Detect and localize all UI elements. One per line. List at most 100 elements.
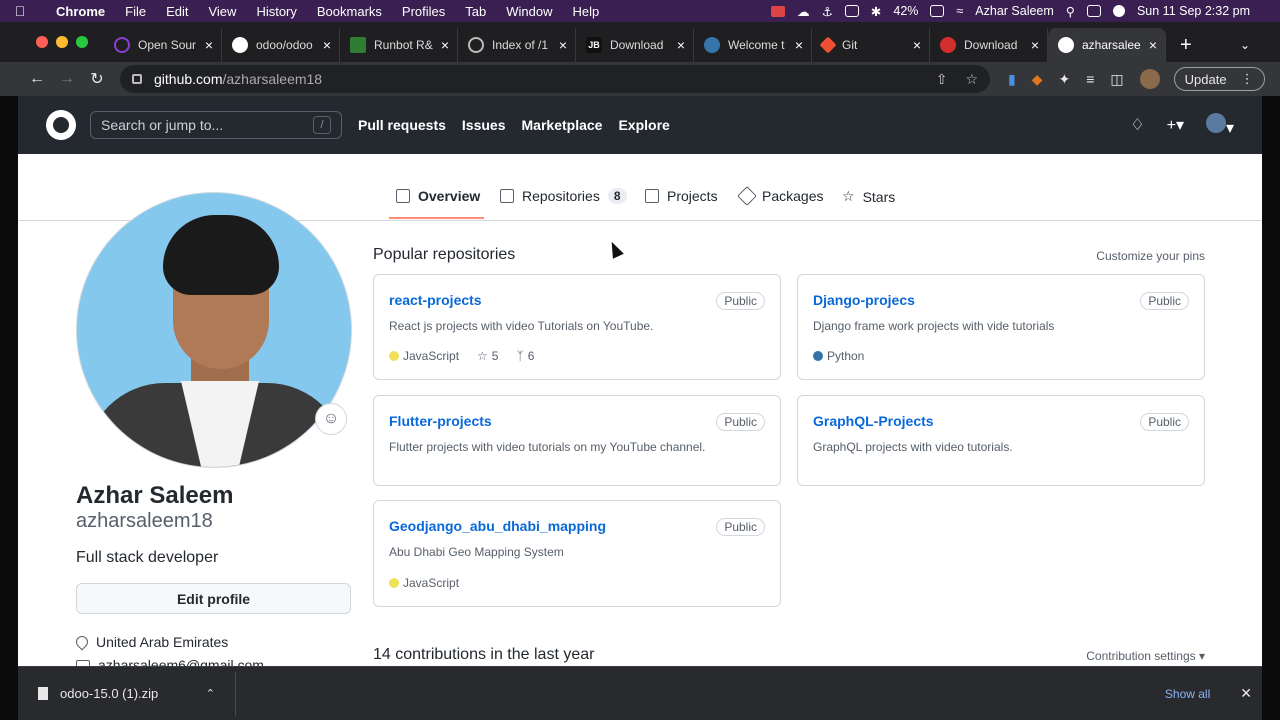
tab-close-icon[interactable]: ×: [323, 37, 331, 53]
tab-repositories[interactable]: Repositories 8: [500, 188, 627, 204]
browser-tab-active[interactable]: azharsalee ×: [1048, 28, 1166, 62]
browser-toolbar: ← → ↻ github.com/azharsaleem18 ⇧ ☆ ▮ ◆ ✦…: [0, 62, 1280, 96]
kebab-menu-icon[interactable]: ⋮: [1241, 71, 1254, 87]
update-button[interactable]: Update ⋮: [1173, 67, 1265, 91]
tab-search-chevron-icon[interactable]: ⌄: [1240, 38, 1280, 62]
side-panel-icon[interactable]: ◫: [1110, 71, 1123, 88]
bookmark-star-icon[interactable]: ☆: [965, 71, 978, 88]
minimize-window-icon[interactable]: [56, 36, 68, 48]
tab-overview[interactable]: Overview: [396, 188, 480, 204]
nav-issues[interactable]: Issues: [462, 117, 506, 133]
bluetooth-icon[interactable]: ✱: [871, 4, 881, 19]
extension-chart-icon[interactable]: ▮: [1008, 71, 1016, 88]
tab-close-icon[interactable]: ×: [795, 37, 803, 53]
tab-close-icon[interactable]: ×: [205, 37, 213, 53]
close-download-shelf-icon[interactable]: ✕: [1210, 685, 1262, 702]
new-tab-icon[interactable]: +: [1166, 28, 1206, 62]
spotlight-icon[interactable]: ⚲: [1066, 4, 1075, 19]
tab-close-icon[interactable]: ×: [1031, 37, 1039, 53]
repo-count-badge: 8: [607, 188, 627, 204]
siri-icon[interactable]: [1112, 5, 1125, 17]
tab-close-icon[interactable]: ×: [913, 37, 921, 53]
menu-app-name[interactable]: Chrome: [40, 4, 115, 19]
browser-tab[interactable]: Welcome t ×: [694, 28, 812, 62]
battery-percent[interactable]: 42%: [893, 4, 918, 18]
forward-icon[interactable]: →: [52, 70, 82, 88]
set-status-smiley-icon[interactable]: ☺: [315, 403, 347, 435]
tab-close-icon[interactable]: ×: [1149, 37, 1157, 53]
menubar-user[interactable]: Azhar Saleem: [975, 4, 1054, 18]
grammarly-icon[interactable]: [844, 5, 859, 17]
browser-tab[interactable]: JB Download ×: [576, 28, 694, 62]
tab-close-icon[interactable]: ×: [559, 37, 567, 53]
user-menu[interactable]: ▾: [1205, 112, 1234, 138]
zoom-window-icon[interactable]: [76, 36, 88, 48]
repo-name-link[interactable]: Geodjango_abu_dhabi_mapping: [389, 518, 606, 534]
battery-icon[interactable]: [930, 5, 945, 17]
browser-tab[interactable]: Git ×: [812, 28, 930, 62]
menu-bookmarks[interactable]: Bookmarks: [307, 4, 392, 19]
browser-tab[interactable]: Download ×: [930, 28, 1048, 62]
menu-help[interactable]: Help: [563, 4, 610, 19]
notifications-bell-icon[interactable]: ♢: [1130, 115, 1144, 135]
tab-packages[interactable]: Packages: [737, 186, 823, 206]
close-window-icon[interactable]: [36, 36, 48, 48]
download-item[interactable]: odoo-15.0 (1).zip ⌃: [18, 671, 236, 716]
cloud-icon[interactable]: ☁: [797, 4, 810, 19]
menu-history[interactable]: History: [246, 4, 306, 19]
browser-tab[interactable]: Runbot R& ×: [340, 28, 458, 62]
nav-explore[interactable]: Explore: [618, 117, 669, 133]
record-icon[interactable]: [771, 5, 786, 17]
contribution-settings-dropdown[interactable]: Contribution settings ▾: [1086, 649, 1205, 663]
docker-icon[interactable]: ⚓: [822, 4, 833, 19]
browser-profile-avatar[interactable]: [1139, 69, 1160, 89]
menu-tab[interactable]: Tab: [455, 4, 496, 19]
visibility-badge: Public: [1140, 292, 1189, 310]
repo-description: React js projects with video Tutorials o…: [389, 319, 654, 333]
browser-tab[interactable]: Open Sour ×: [104, 28, 222, 62]
email-link[interactable]: azharsaleem6@gmail.com: [98, 657, 264, 666]
chevron-up-icon[interactable]: ⌃: [206, 687, 215, 700]
tab-title: azharsalee: [1082, 38, 1141, 52]
profile-avatar[interactable]: [76, 192, 352, 468]
address-bar[interactable]: github.com/azharsaleem18 ⇧ ☆: [120, 65, 990, 93]
wifi-icon[interactable]: ≈: [956, 4, 963, 18]
browser-tab[interactable]: odoo/odoo ×: [222, 28, 340, 62]
repo-name-link[interactable]: GraphQL-Projects: [813, 413, 934, 429]
tab-close-icon[interactable]: ×: [441, 37, 449, 53]
tab-stars[interactable]: ☆ Stars: [842, 188, 895, 205]
menubar-clock[interactable]: Sun 11 Sep 2:32 pm: [1137, 4, 1250, 18]
download-shelf: odoo-15.0 (1).zip ⌃ Show all ✕: [18, 666, 1262, 720]
nav-marketplace[interactable]: Marketplace: [522, 117, 603, 133]
browser-tab[interactable]: Index of /1 ×: [458, 28, 576, 62]
edit-profile-button[interactable]: Edit profile: [76, 583, 351, 614]
menu-file[interactable]: File: [115, 4, 156, 19]
nav-pull-requests[interactable]: Pull requests: [358, 117, 446, 133]
share-icon[interactable]: ⇧: [936, 71, 948, 88]
github-logo-icon[interactable]: [46, 110, 76, 140]
search-input[interactable]: Search or jump to... /: [90, 111, 342, 139]
tab-close-icon[interactable]: ×: [677, 37, 685, 53]
repo-name-link[interactable]: Django-projecs: [813, 292, 915, 308]
metamask-icon[interactable]: ◆: [1032, 71, 1043, 88]
menu-edit[interactable]: Edit: [156, 4, 198, 19]
back-icon[interactable]: ←: [22, 70, 52, 88]
extensions-puzzle-icon[interactable]: ✦: [1059, 71, 1071, 88]
lock-icon[interactable]: [132, 74, 142, 84]
apple-icon[interactable]: : [0, 3, 40, 19]
control-center-icon[interactable]: [1086, 5, 1101, 17]
customize-pins-link[interactable]: Customize your pins: [1096, 249, 1205, 263]
reload-icon[interactable]: ↻: [82, 69, 112, 89]
forks-link[interactable]: ᛉ6: [516, 349, 534, 363]
repo-name-link[interactable]: react-projects: [389, 292, 482, 308]
tab-title: Git: [842, 38, 858, 52]
menu-view[interactable]: View: [198, 4, 246, 19]
reading-list-icon[interactable]: ≡: [1086, 71, 1094, 87]
stars-link[interactable]: ☆ 5: [477, 349, 498, 363]
menu-profiles[interactable]: Profiles: [392, 4, 455, 19]
repo-name-link[interactable]: Flutter-projects: [389, 413, 492, 429]
show-all-downloads-link[interactable]: Show all: [1165, 687, 1210, 701]
create-new-plus-icon[interactable]: +▾: [1167, 115, 1184, 135]
menu-window[interactable]: Window: [496, 4, 562, 19]
tab-projects[interactable]: Projects: [645, 188, 718, 204]
